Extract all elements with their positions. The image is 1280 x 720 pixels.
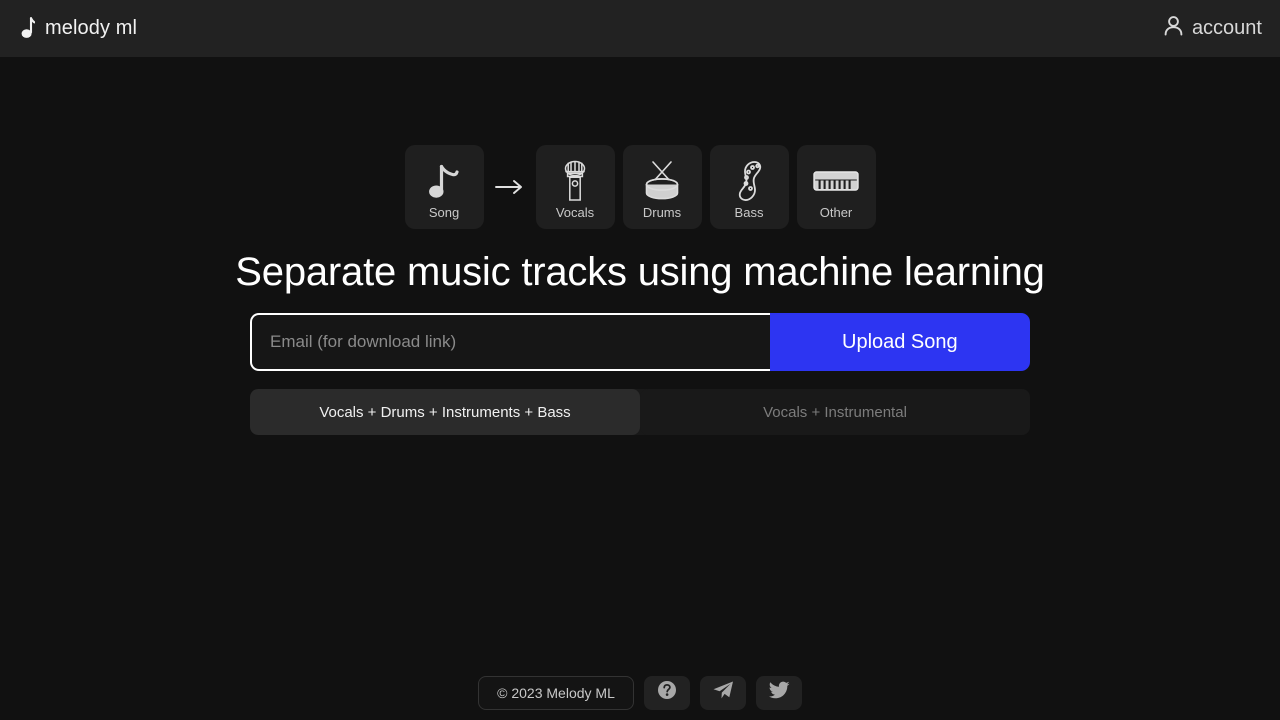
main-content: Song Vocals Drums Bass Other Separate mu… [0,57,1280,435]
upload-song-button[interactable]: Upload Song [769,313,1030,371]
brand-name: melody ml [45,17,138,39]
stem-card-other: Other [796,145,876,229]
stem-label: Other [819,205,853,220]
stem-card-drums: Drums [622,145,702,229]
telegram-icon [712,680,734,705]
account-menu[interactable]: account [1163,15,1262,42]
stem-card-song: Song [404,145,484,229]
help-icon [657,680,677,705]
arrow-icon [488,145,532,229]
tab-vocals-instrumental[interactable]: Vocals + Instrumental [640,389,1030,435]
bass-guitar-icon [733,158,765,203]
stem-label: Drums [642,205,682,220]
stem-label: Song [428,205,460,220]
microphone-icon [558,158,592,203]
user-icon [1163,15,1184,42]
piano-keyboard-icon [812,158,860,203]
music-note-icon [427,158,461,203]
brand-logo[interactable]: melody ml [14,16,137,42]
twitter-button[interactable] [755,675,802,710]
stem-card-bass: Bass [709,145,789,229]
upload-form: Upload Song [250,313,1030,371]
account-label: account [1191,17,1262,39]
email-field-wrapper [250,313,770,371]
copyright-label: © 2023 Melody ML [478,675,634,710]
help-button[interactable] [643,675,690,710]
tab-vocals-drums-instruments-bass[interactable]: Vocals + Drums + Instruments + Bass [250,389,640,435]
app-footer: © 2023 Melody ML [0,665,1280,720]
stem-diagram: Song Vocals Drums Bass Other [401,145,880,229]
stem-label: Vocals [555,205,595,220]
twitter-icon [768,681,790,705]
stem-label: Bass [734,205,764,220]
music-note-icon [14,16,36,42]
stem-card-vocals: Vocals [535,145,615,229]
separation-mode-tabs: Vocals + Drums + Instruments + Bass Voca… [250,389,1030,435]
drum-icon [640,158,684,203]
page-title: Separate music tracks using machine lear… [235,250,1045,294]
app-header: melody ml account [0,0,1280,57]
email-input[interactable] [252,315,770,369]
telegram-button[interactable] [699,675,746,710]
